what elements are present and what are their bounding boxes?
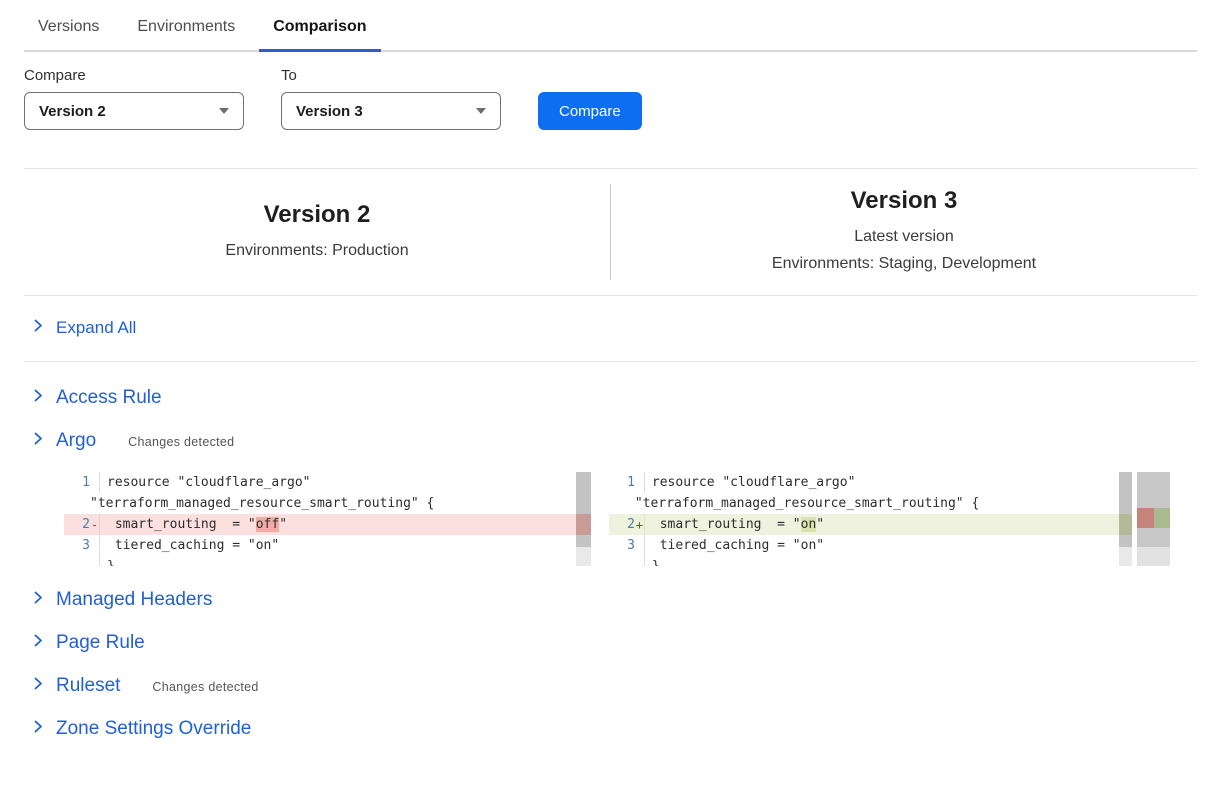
resource-sections: Access Rule Argo Changes detected 1resou… <box>24 376 1197 750</box>
section-zone-settings-override[interactable]: Zone Settings Override <box>24 707 1197 750</box>
chevron-down-icon <box>219 108 229 114</box>
overview-added-marker <box>1154 508 1171 528</box>
line-number: 2 <box>64 514 90 535</box>
compare-to-select[interactable]: Version 3 <box>281 92 501 130</box>
tab-environments[interactable]: Environments <box>123 0 249 50</box>
line-number: 1 <box>64 472 90 493</box>
section-label: Argo <box>56 430 96 452</box>
code-line: 3 tiered_caching = "on" <box>64 535 591 556</box>
code-line: 1resource "cloudflare_argo" <box>64 472 591 493</box>
scrollbar-thumb[interactable] <box>576 472 591 547</box>
section-label: Managed Headers <box>56 589 212 611</box>
line-number: 3 <box>64 535 90 556</box>
code-line-removed: 2- smart_routing = "off" <box>64 514 591 535</box>
scrollbar[interactable] <box>1119 472 1132 566</box>
removed-sign: - <box>90 514 99 535</box>
section-label: Page Rule <box>56 632 145 654</box>
tab-comparison[interactable]: Comparison <box>259 0 380 52</box>
section-access-rule[interactable]: Access Rule <box>24 376 1197 419</box>
expand-all-label: Expand All <box>56 318 136 338</box>
section-ruleset[interactable]: Ruleset Changes detected <box>24 664 1197 707</box>
diff-panel-left: 1resource "cloudflare_argo" "terraform_m… <box>64 472 591 566</box>
chevron-right-icon <box>32 720 44 738</box>
compare-controls: Compare Version 2 To Version 3 Compare <box>24 67 1197 130</box>
right-version-latest-label: Latest version <box>611 223 1197 250</box>
to-label: To <box>281 67 501 84</box>
chevron-right-icon <box>32 634 44 652</box>
chevron-right-icon <box>32 677 44 695</box>
right-version-environments: Environments: Staging, Development <box>611 250 1197 277</box>
version-header-right: Version 3 Latest version Environments: S… <box>611 187 1197 277</box>
line-number: 3 <box>609 535 635 556</box>
expand-all-row[interactable]: Expand All <box>24 296 1197 362</box>
compare-button[interactable]: Compare <box>538 92 642 130</box>
scrollbar[interactable] <box>576 472 591 566</box>
left-version-title: Version 2 <box>24 201 610 229</box>
chevron-right-icon <box>32 591 44 609</box>
diff-panel-right: 1resource "cloudflare_argo" "terraform_m… <box>609 472 1132 566</box>
changes-detected-badge: Changes detected <box>128 432 234 449</box>
added-word-highlight: on <box>801 517 817 532</box>
line-number: 1 <box>609 472 635 493</box>
section-label: Access Rule <box>56 387 162 409</box>
compare-from-value: Version 2 <box>39 103 219 120</box>
section-label: Ruleset <box>56 675 120 697</box>
section-page-rule[interactable]: Page Rule <box>24 621 1197 664</box>
chevron-right-icon <box>32 319 44 337</box>
argo-diff: 1resource "cloudflare_argo" "terraform_m… <box>64 472 1170 566</box>
code-line: 1resource "cloudflare_argo" <box>609 472 1132 493</box>
compare-from-select[interactable]: Version 2 <box>24 92 244 130</box>
code-line-wrap: "terraform_managed_resource_smart_routin… <box>64 493 591 514</box>
right-version-title: Version 3 <box>611 187 1197 215</box>
code-line: } <box>64 556 591 566</box>
compare-label: Compare <box>24 67 244 84</box>
scrollbar-thumb[interactable] <box>1119 472 1132 547</box>
version-headers: Version 2 Environments: Production Versi… <box>24 168 1197 296</box>
compare-from-group: Compare Version 2 <box>24 67 244 130</box>
section-argo[interactable]: Argo Changes detected <box>24 419 1197 462</box>
code-line-added: 2+ smart_routing = "on" <box>609 514 1132 535</box>
tab-bar: Versions Environments Comparison <box>24 0 1197 52</box>
changes-detected-badge: Changes detected <box>152 677 258 694</box>
removed-line-marker <box>576 514 591 535</box>
compare-to-group: To Version 3 <box>281 67 501 130</box>
added-sign: + <box>635 514 644 535</box>
line-number: 2 <box>609 514 635 535</box>
tab-versions[interactable]: Versions <box>24 0 113 50</box>
chevron-right-icon <box>32 389 44 407</box>
compare-to-value: Version 3 <box>296 103 476 120</box>
chevron-down-icon <box>476 108 486 114</box>
overview-removed-marker <box>1137 508 1154 528</box>
section-managed-headers[interactable]: Managed Headers <box>24 578 1197 621</box>
added-line-marker <box>1119 514 1132 535</box>
diff-overview-ruler[interactable] <box>1137 472 1170 566</box>
code-line: 3 tiered_caching = "on" <box>609 535 1132 556</box>
version-header-left: Version 2 Environments: Production <box>24 201 610 264</box>
chevron-right-icon <box>32 432 44 450</box>
code-line: } <box>609 556 1132 566</box>
removed-word-highlight: off <box>256 517 279 532</box>
left-version-environments: Environments: Production <box>24 237 610 264</box>
section-label: Zone Settings Override <box>56 718 251 740</box>
code-line-wrap: "terraform_managed_resource_smart_routin… <box>609 493 1132 514</box>
